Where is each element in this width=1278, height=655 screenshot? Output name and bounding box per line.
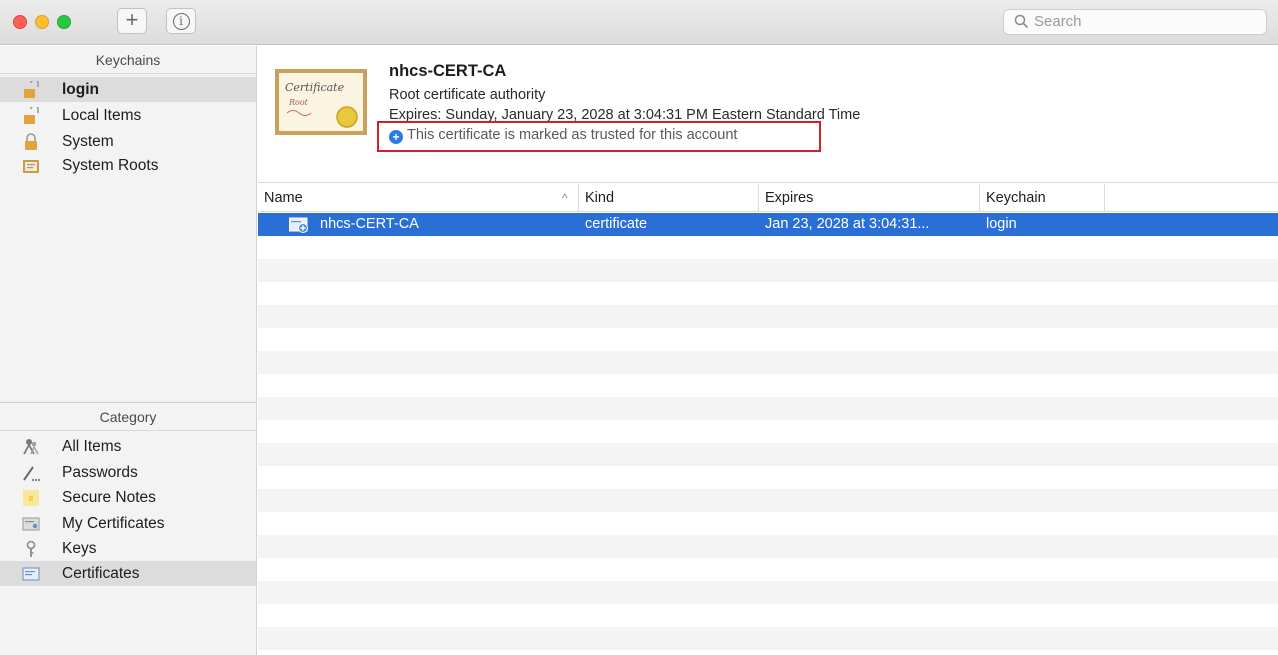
certificate-name: nhcs-CERT-CA xyxy=(389,62,507,80)
trust-highlight-box xyxy=(377,121,821,152)
search-icon xyxy=(1014,14,1029,29)
pencil-dots-icon xyxy=(23,466,40,481)
column-header-label: Keychain xyxy=(986,190,1046,206)
search-field[interactable]: Search xyxy=(1003,9,1267,35)
sidebar-item-label: Secure Notes xyxy=(62,489,156,506)
column-header-keychain[interactable]: Keychain xyxy=(980,184,1105,212)
cell-expires: Jan 23, 2028 at 3:04:31... xyxy=(765,216,930,232)
column-header-label: Name xyxy=(264,190,303,206)
certificate-details: Certificate Root nhcs-CERT-CA Root certi… xyxy=(258,46,1278,183)
open-lock-icon xyxy=(24,107,39,124)
sidebar-item-label: Local Items xyxy=(62,107,142,124)
sidebar-item-label: System Roots xyxy=(62,157,159,174)
add-item-button[interactable]: + xyxy=(117,8,147,34)
sidebar-item-keys[interactable]: Keys xyxy=(0,536,256,561)
empty-row xyxy=(258,489,1278,512)
sidebar-item-system[interactable]: System xyxy=(0,129,256,154)
thumbnail-subtitle: Root xyxy=(288,98,309,107)
sidebar-item-all-items[interactable]: All Items xyxy=(0,434,256,459)
my-certificate-icon xyxy=(22,517,40,531)
certificate-folder-icon xyxy=(23,160,39,173)
column-header-kind[interactable]: Kind xyxy=(579,184,759,212)
certificate-row-icon xyxy=(289,217,308,233)
certificate-icon xyxy=(22,567,40,581)
sidebar-item-label: Certificates xyxy=(62,565,140,582)
empty-row xyxy=(258,397,1278,420)
empty-row xyxy=(258,259,1278,282)
sidebar-item-certificates[interactable]: Certificates xyxy=(0,561,256,586)
empty-row xyxy=(258,351,1278,374)
empty-row xyxy=(258,627,1278,650)
table-row[interactable]: nhcs-CERT-CA certificate Jan 23, 2028 at… xyxy=(258,213,1278,236)
sidebar-item-label: System xyxy=(62,133,114,150)
category-header: Category xyxy=(0,403,256,431)
toolbar: + i Search xyxy=(0,0,1278,45)
empty-row xyxy=(258,443,1278,466)
keychains-header: Keychains xyxy=(0,46,256,74)
sidebar-item-system-roots[interactable]: System Roots xyxy=(0,153,256,178)
empty-row xyxy=(258,305,1278,328)
sidebar-item-label: Passwords xyxy=(62,464,138,481)
sidebar-item-label: My Certificates xyxy=(62,515,165,532)
sidebar-item-local-items[interactable]: Local Items xyxy=(0,103,256,128)
empty-row xyxy=(258,535,1278,558)
table-header: Name ^ Kind Expires Keychain xyxy=(258,184,1278,212)
sidebar-item-label: Keys xyxy=(62,540,97,557)
sidebar: Keychains login Local Items System Syste… xyxy=(0,46,257,655)
sort-ascending-icon: ^ xyxy=(562,191,568,205)
info-icon: i xyxy=(172,13,190,30)
note-icon xyxy=(23,490,39,506)
get-info-button[interactable]: i xyxy=(166,8,196,34)
search-placeholder: Search xyxy=(1034,13,1082,30)
certificate-type: Root certificate authority xyxy=(389,87,546,103)
certificate-thumbnail-icon: Certificate Root xyxy=(275,69,367,135)
column-header-label: Kind xyxy=(585,190,615,206)
cell-keychain: login xyxy=(986,216,1017,232)
open-lock-icon xyxy=(24,81,39,98)
zoom-window-button[interactable] xyxy=(57,15,71,29)
thumbnail-title: Certificate xyxy=(285,81,345,94)
column-header-name[interactable]: Name xyxy=(258,184,579,212)
empty-row xyxy=(258,581,1278,604)
minimize-window-button[interactable] xyxy=(35,15,49,29)
sidebar-item-label: login xyxy=(62,81,100,98)
sidebar-item-label: All Items xyxy=(62,438,122,455)
column-header-expires[interactable]: Expires xyxy=(759,184,980,212)
sidebar-item-login[interactable]: login xyxy=(0,77,256,102)
column-header-label: Expires xyxy=(765,190,814,206)
sidebar-item-secure-notes[interactable]: Secure Notes xyxy=(0,485,256,510)
people-icon xyxy=(23,439,39,455)
cell-kind: certificate xyxy=(585,216,648,232)
cell-name: nhcs-CERT-CA xyxy=(320,216,419,232)
key-icon xyxy=(26,540,36,557)
sidebar-item-passwords[interactable]: Passwords xyxy=(0,460,256,485)
lock-icon xyxy=(25,133,37,150)
sidebar-item-my-certificates[interactable]: My Certificates xyxy=(0,511,256,536)
close-window-button[interactable] xyxy=(13,15,27,29)
certificate-list: nhcs-CERT-CA certificate Jan 23, 2028 at… xyxy=(258,213,1278,655)
